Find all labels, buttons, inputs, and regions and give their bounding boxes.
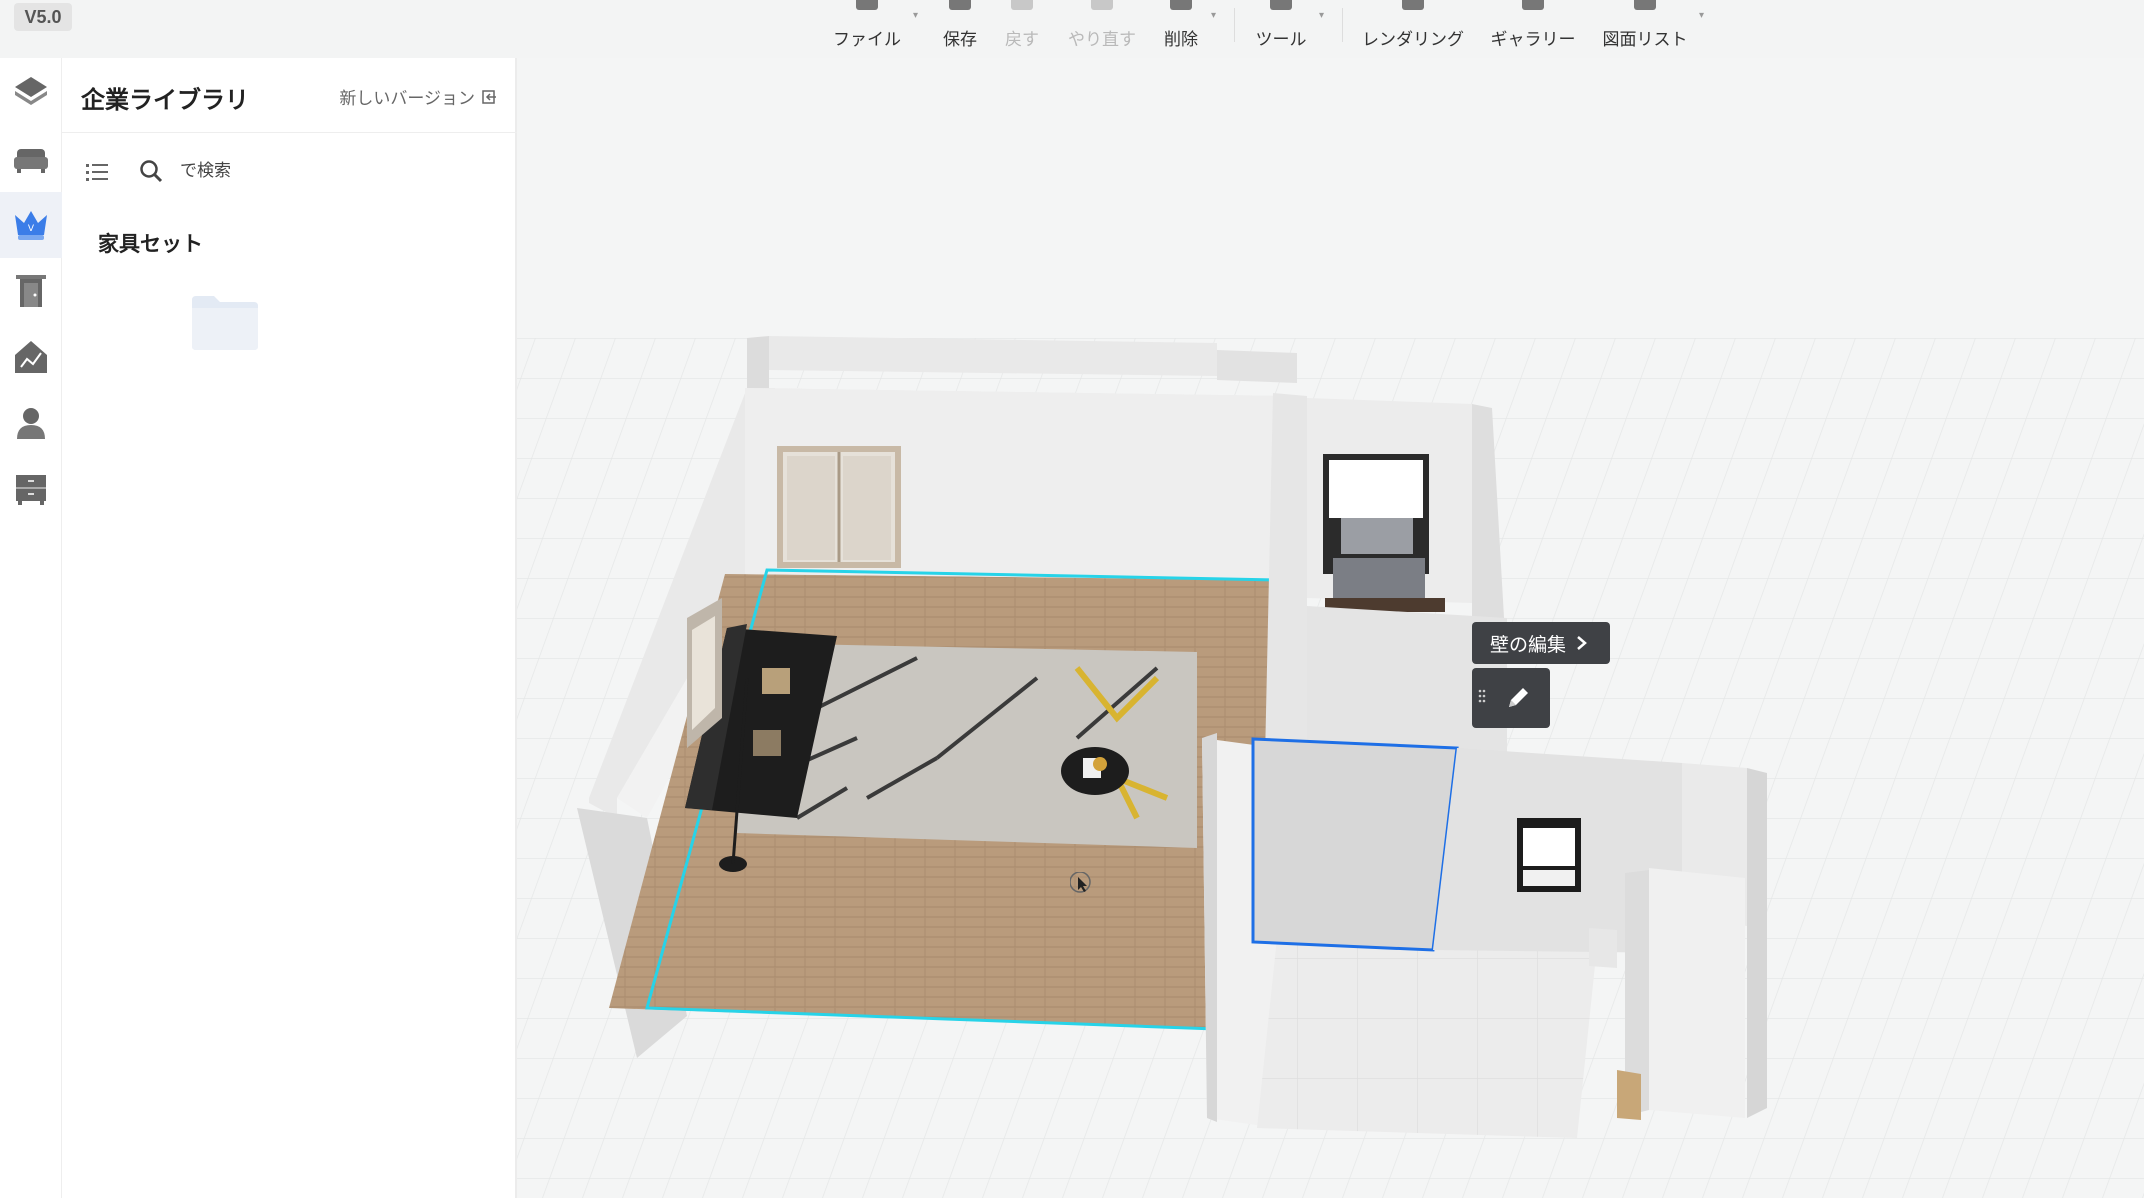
- new-version-link[interactable]: 新しいバージョン: [339, 84, 497, 109]
- redo-icon: [1091, 0, 1113, 10]
- layers-icon: [15, 77, 47, 105]
- toolbar-save-button[interactable]: 保存: [940, 0, 980, 50]
- toolbar-delete-button[interactable]: 削除 ▾: [1162, 0, 1216, 50]
- svg-text:V: V: [28, 224, 35, 234]
- toolbar-file-button[interactable]: ファイル ▾: [832, 0, 918, 50]
- chevron-down-icon: ▾: [1698, 10, 1704, 21]
- list-view-icon[interactable]: [86, 162, 108, 182]
- house-chart-icon: [15, 341, 47, 373]
- wall-edit-button[interactable]: 壁の編集: [1472, 622, 1611, 664]
- drag-handle-icon[interactable]: [1478, 688, 1486, 708]
- gallery-icon: [1522, 0, 1544, 10]
- drawing-list-icon: [1634, 0, 1656, 10]
- top-toolbar: ファイル ▾ 保存 戻す やり直す 削除 ▾ ツール ▾ レンダリング ギャラリ…: [0, 0, 2144, 58]
- left-icon-rail: V: [0, 58, 62, 1198]
- chevron-down-icon: ▾: [1210, 10, 1216, 21]
- toolbar-gallery-label: ギャラリー: [1490, 30, 1576, 50]
- selected-wall[interactable]: [1251, 737, 1459, 952]
- toolbar-undo-button[interactable]: 戻す: [1004, 0, 1040, 50]
- toolbar-tools-label: ツール: [1255, 30, 1307, 50]
- wall-edit-label: 壁の編集: [1490, 633, 1567, 656]
- small-floor-patch: [1617, 1070, 1641, 1120]
- exit-icon: [482, 89, 496, 104]
- library-panel: 企業ライブラリ 新しいバージョン 家具セット: [62, 58, 517, 1198]
- sofa-icon: [14, 149, 48, 173]
- rail-item-doors[interactable]: [0, 258, 62, 324]
- person-icon: [17, 408, 45, 439]
- toolbar-rendering-button[interactable]: レンダリング: [1362, 0, 1464, 50]
- furniture-set-title: 家具セット: [98, 232, 203, 256]
- chevron-down-icon: ▾: [912, 10, 918, 21]
- toolbar-undo-label: 戻す: [1005, 30, 1039, 50]
- search-icon[interactable]: [138, 158, 164, 184]
- pencil-icon[interactable]: [1503, 683, 1533, 713]
- toolbar-drawing-list-label: 図面リスト: [1602, 30, 1688, 50]
- toolbar-drawing-list-button[interactable]: 図面リスト ▾: [1602, 0, 1704, 50]
- toolbar-redo-button[interactable]: やり直す: [1066, 0, 1138, 50]
- undo-icon: [1011, 0, 1033, 10]
- toolbar-save-label: 保存: [943, 30, 977, 50]
- rail-item-people[interactable]: [0, 390, 62, 456]
- toolbar-tools-button[interactable]: ツール ▾: [1254, 0, 1324, 50]
- floor-plan-3d-view[interactable]: [517, 58, 2144, 1198]
- chevron-down-icon: ▾: [1318, 10, 1324, 21]
- library-title: 企業ライブラリ: [81, 86, 249, 114]
- chevron-right-icon: [1577, 636, 1587, 650]
- wrench-icon: [1270, 0, 1292, 10]
- search-input[interactable]: [180, 156, 480, 186]
- door-icon: [16, 275, 46, 307]
- rail-item-furniture[interactable]: [0, 126, 62, 192]
- tile-floor[interactable]: [1257, 938, 1597, 1138]
- right-wall-front: [1649, 868, 1745, 1118]
- sliding-window[interactable]: [777, 446, 901, 568]
- toolbar-rendering-label: レンダリング: [1362, 30, 1464, 50]
- toolbar-gallery-button[interactable]: ギャラリー: [1490, 0, 1576, 50]
- crown-icon: V: [15, 211, 47, 240]
- new-version-label: 新しいバージョン: [339, 89, 475, 109]
- rail-item-structure[interactable]: [0, 324, 62, 390]
- toolbar-redo-label: やり直す: [1068, 30, 1136, 50]
- rail-item-cabinets[interactable]: [0, 456, 62, 522]
- folder-icon[interactable]: [192, 294, 258, 350]
- door-frame: [1589, 928, 1617, 968]
- toolbar-delete-label: 削除: [1164, 30, 1198, 50]
- home-icon: [856, 0, 878, 10]
- panel-divider: [62, 132, 517, 133]
- coffee-table[interactable]: [1061, 747, 1129, 795]
- 3d-canvas[interactable]: [517, 58, 2144, 1198]
- mouse-cursor-icon: [1070, 872, 1091, 893]
- save-icon: [949, 0, 971, 10]
- toolbar-separator: [1342, 8, 1343, 42]
- rail-item-enterprise-library[interactable]: V: [0, 192, 62, 258]
- toolbar-file-label: ファイル: [833, 30, 901, 50]
- toolbar-separator: [1234, 8, 1235, 42]
- wall-edit-toolbar: [1472, 668, 1550, 728]
- render-icon: [1402, 0, 1424, 10]
- rail-item-layers[interactable]: [0, 60, 62, 126]
- cabinet-icon: [16, 475, 46, 505]
- eraser-icon: [1170, 0, 1192, 10]
